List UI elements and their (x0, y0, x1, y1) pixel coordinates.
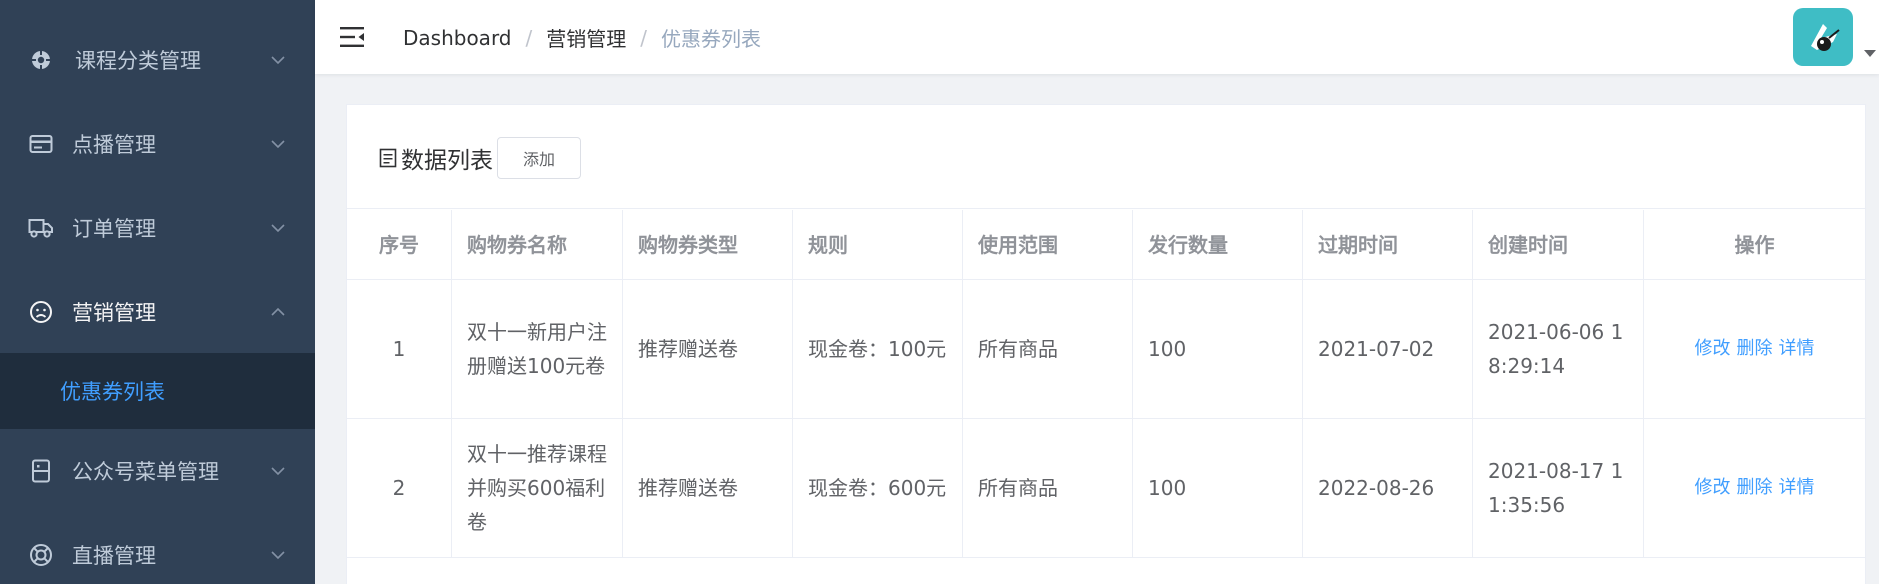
chevron-down-icon (271, 464, 285, 478)
cell-rule: 现金卷：100元 (793, 280, 963, 418)
chevron-down-icon (271, 221, 285, 235)
breadcrumb-item-dashboard[interactable]: Dashboard (403, 26, 512, 50)
chevron-down-icon (271, 137, 285, 151)
sidebar-item-label: 点播管理 (72, 133, 156, 157)
cell-expire: 2022-08-26 (1303, 419, 1473, 557)
cell-type: 推荐赠送卷 (623, 419, 793, 557)
truck-icon (28, 215, 54, 241)
cell-scope: 所有商品 (963, 419, 1133, 557)
breadcrumb-item-current: 优惠券列表 (661, 27, 762, 51)
lifebuoy-icon (28, 542, 54, 568)
header-rule: 规则 (793, 210, 963, 279)
card-title: 数据列表 (379, 141, 493, 175)
cell-rule-text: 现金卷：100元 (808, 337, 947, 361)
cell-name-text: 双十一新用户注册赠送100元卷 (467, 320, 607, 378)
sidebar-item-label: 课程分类管理 (75, 49, 201, 73)
sidebar-item-label: 营销管理 (72, 301, 156, 325)
cell-count: 100 (1133, 280, 1303, 418)
table-row: 2 双十一推荐课程并购买600福利卷 推荐赠送卷 现金卷：600元 所有商品 1… (347, 419, 1865, 558)
detail-link[interactable]: 详情 (1779, 332, 1815, 366)
avatar[interactable] (1793, 8, 1853, 66)
breadcrumb: Dashboard / 营销管理 / 优惠券列表 (403, 23, 761, 52)
delete-link[interactable]: 删除 (1737, 332, 1773, 366)
coupon-table: 序号 购物券名称 购物券类型 规则 使用范围 发行数量 过期时间 创建时间 操作… (347, 210, 1865, 558)
cell-expire: 2021-07-02 (1303, 280, 1473, 418)
header-created: 创建时间 (1473, 210, 1644, 279)
detail-link[interactable]: 详情 (1779, 471, 1815, 505)
sidebar: 课程分类管理 点播管理 订单管理 营销管理 优惠券列表 公众号菜单管理 直播管理 (0, 0, 315, 584)
row-actions: 修改 删除 详情 (1695, 332, 1815, 366)
phone-icon (28, 458, 54, 484)
navbar: Dashboard / 营销管理 / 优惠券列表 (315, 0, 1879, 74)
caret-down-icon[interactable] (1864, 50, 1876, 57)
sidebar-item-orders[interactable]: 订单管理 (0, 186, 315, 270)
cell-ops: 修改 删除 详情 (1644, 280, 1865, 418)
chevron-down-icon (271, 53, 285, 67)
header-ops: 操作 (1734, 232, 1775, 257)
header-name: 购物券名称 (452, 210, 623, 279)
sidebar-item-vod[interactable]: 点播管理 (0, 102, 315, 186)
settings-icon (28, 47, 54, 73)
cell-name: 双十一新用户注册赠送100元卷 (452, 280, 623, 418)
cell-ops: 修改 删除 详情 (1644, 419, 1865, 557)
breadcrumb-separator: / (640, 25, 648, 50)
header-scope: 使用范围 (963, 210, 1133, 279)
cell-created-text: 2021-08-17 11:35:56 (1488, 459, 1624, 517)
cell-count: 100 (1133, 419, 1303, 557)
coupon-card: 数据列表 添加 序号 购物券名称 购物券类型 规则 使用范围 发行数量 过期时间… (346, 104, 1866, 584)
header-count: 发行数量 (1133, 210, 1303, 279)
card-title-text: 数据列表 (401, 148, 493, 174)
document-icon (379, 148, 397, 168)
breadcrumb-item-marketing[interactable]: 营销管理 (546, 23, 626, 52)
cell-type: 推荐赠送卷 (623, 280, 793, 418)
delete-link[interactable]: 删除 (1737, 471, 1773, 505)
chevron-up-icon (271, 305, 285, 319)
sidebar-item-course-category[interactable]: 课程分类管理 (0, 18, 315, 102)
card-icon (28, 131, 54, 157)
cell-name: 双十一推荐课程并购买600福利卷 (452, 419, 623, 557)
row-actions: 修改 删除 详情 (1695, 471, 1815, 505)
cell-rule: 现金卷：600元 (793, 419, 963, 557)
hamburger-icon[interactable] (339, 24, 365, 50)
table-row: 1 双十一新用户注册赠送100元卷 推荐赠送卷 现金卷：100元 所有商品 10… (347, 280, 1865, 419)
chevron-down-icon (271, 548, 285, 562)
add-button[interactable]: 添加 (497, 137, 581, 179)
breadcrumb-separator: / (525, 25, 533, 50)
sidebar-item-marketing[interactable]: 营销管理 (0, 270, 315, 354)
cell-rule-text: 现金卷：600元 (808, 476, 947, 500)
table-header: 序号 购物券名称 购物券类型 规则 使用范围 发行数量 过期时间 创建时间 操作 (347, 210, 1865, 280)
cell-created: 2021-08-17 11:35:56 (1473, 419, 1644, 557)
card-header: 数据列表 添加 (347, 105, 1865, 209)
sidebar-item-label: 公众号菜单管理 (72, 460, 219, 484)
cell-index: 1 (347, 280, 452, 418)
sidebar-item-label: 直播管理 (72, 544, 156, 568)
sidebar-subitem-coupon-list[interactable]: 优惠券列表 (0, 353, 315, 429)
edit-link[interactable]: 修改 (1695, 332, 1731, 366)
sidebar-subitem-label: 优惠券列表 (60, 380, 165, 404)
header-type: 购物券类型 (623, 210, 793, 279)
edit-link[interactable]: 修改 (1695, 471, 1731, 505)
face-icon (28, 299, 54, 325)
cell-scope: 所有商品 (963, 280, 1133, 418)
cell-created: 2021-06-06 18:29:14 (1473, 280, 1644, 418)
sidebar-item-live[interactable]: 直播管理 (0, 513, 315, 584)
header-index: 序号 (347, 210, 452, 279)
cell-index: 2 (347, 419, 452, 557)
sidebar-item-label: 订单管理 (72, 217, 156, 241)
cell-name-text: 双十一推荐课程并购买600福利卷 (467, 442, 607, 534)
header-expire: 过期时间 (1303, 210, 1473, 279)
sidebar-item-wechat-menu[interactable]: 公众号菜单管理 (0, 429, 315, 513)
cell-created-text: 2021-06-06 18:29:14 (1488, 320, 1624, 378)
